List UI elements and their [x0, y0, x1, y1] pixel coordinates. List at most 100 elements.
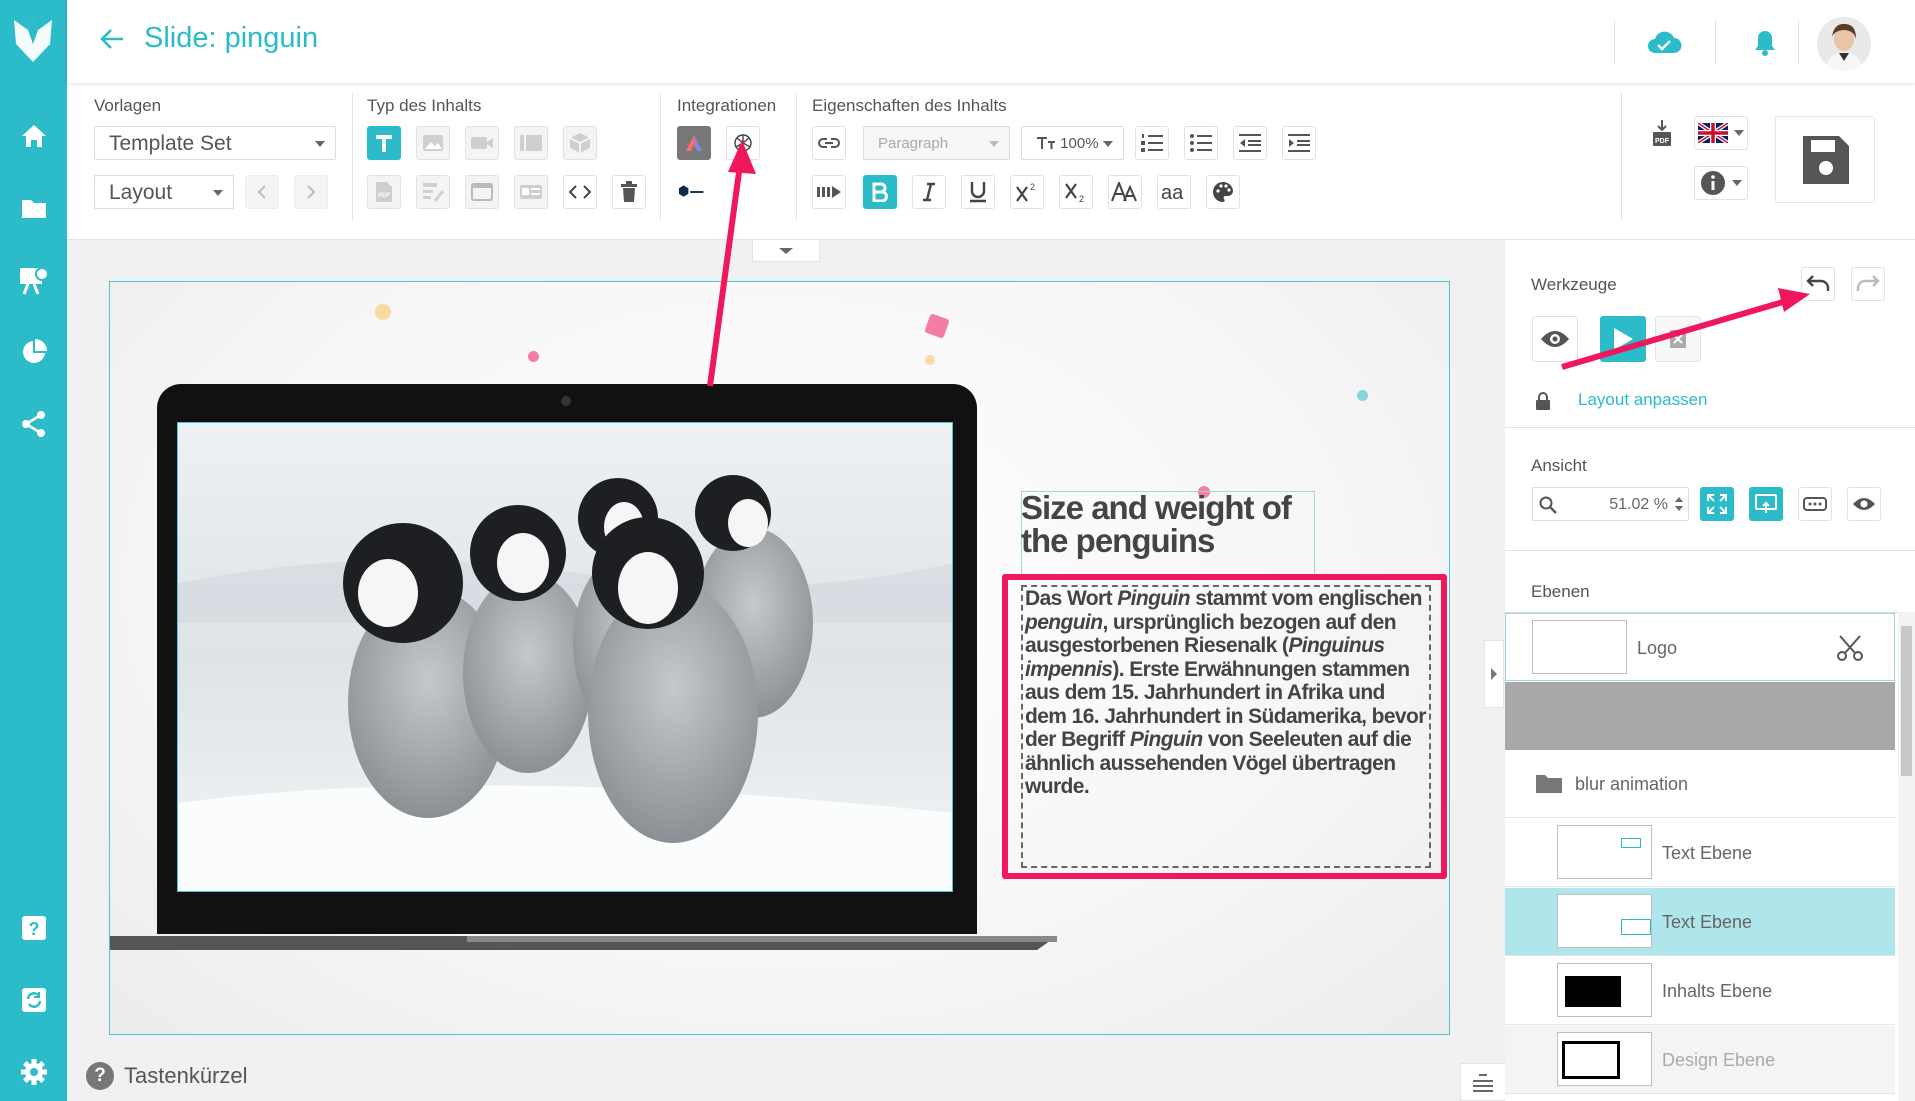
- stop-button[interactable]: [1655, 316, 1701, 362]
- card-type-button[interactable]: [514, 175, 548, 209]
- zoom-input[interactable]: 51.02 %: [1532, 487, 1689, 521]
- link-button[interactable]: [812, 126, 846, 160]
- prev-layout-button[interactable]: [245, 175, 279, 209]
- scissors-icon[interactable]: [1836, 634, 1864, 662]
- preview-button[interactable]: [1532, 316, 1578, 362]
- presentation-icon[interactable]: [0, 252, 67, 308]
- gallery-type-button[interactable]: [514, 126, 548, 160]
- folder-icon[interactable]: [0, 180, 67, 236]
- pie-chart-icon[interactable]: [0, 324, 67, 380]
- svg-text:aa: aa: [1161, 183, 1184, 201]
- layer-text-2-selected[interactable]: Text Ebene: [1505, 888, 1895, 956]
- text-animation-button[interactable]: [812, 175, 846, 209]
- app-logo-icon[interactable]: [10, 14, 56, 66]
- adobe-express-button[interactable]: [677, 126, 711, 160]
- ebenen-label: Ebenen: [1531, 582, 1590, 601]
- code-type-button[interactable]: [563, 175, 597, 209]
- laptop-mockup[interactable]: [110, 384, 1057, 950]
- bullet-list-button[interactable]: [1184, 126, 1218, 160]
- body-text-italic: penguin: [1025, 610, 1103, 634]
- undo-icon: [1806, 275, 1830, 291]
- device-touch-icon: [1755, 494, 1777, 513]
- back-arrow-icon[interactable]: [95, 22, 129, 56]
- layer-design[interactable]: Design Ebene: [1505, 1026, 1895, 1094]
- download-pdf-button[interactable]: PDF: [1645, 116, 1679, 150]
- body-text-segment: stammt vom englischen: [1190, 587, 1422, 610]
- layout-anpassen-link[interactable]: Layout anpassen: [1578, 390, 1708, 410]
- share-icon[interactable]: [0, 396, 67, 452]
- color-palette-button[interactable]: [1206, 175, 1240, 209]
- bold-button[interactable]: [863, 175, 897, 209]
- panel-collapse-toggle[interactable]: [1484, 640, 1504, 708]
- play-button[interactable]: [1600, 316, 1646, 362]
- slide-heading[interactable]: Size and weight of the penguins: [1021, 491, 1315, 557]
- toolbar-collapse-toggle[interactable]: [752, 240, 820, 262]
- redo-button[interactable]: [1851, 267, 1885, 301]
- ordered-list-icon: [1141, 134, 1163, 152]
- scrollbar-thumb[interactable]: [1901, 626, 1912, 776]
- form-type-button[interactable]: [416, 175, 450, 209]
- subscript-button[interactable]: 2: [1059, 175, 1093, 209]
- deepl-button[interactable]: [677, 175, 711, 209]
- template-set-select[interactable]: Template Set: [94, 126, 336, 160]
- layer-text-1[interactable]: Text Ebene: [1505, 819, 1895, 887]
- home-icon[interactable]: [0, 108, 67, 164]
- eye-icon: [1853, 498, 1875, 510]
- layout-select[interactable]: Layout: [94, 175, 234, 209]
- 3d-object-type-button[interactable]: [563, 126, 597, 160]
- font-size-select[interactable]: 100%: [1021, 126, 1124, 160]
- layer-logo[interactable]: Logo: [1505, 613, 1895, 681]
- openai-button[interactable]: [726, 126, 760, 160]
- slide-body-text[interactable]: Das Wort Pinguin stammt vom englischen p…: [1021, 585, 1431, 868]
- info-select[interactable]: [1694, 166, 1748, 200]
- sync-icon[interactable]: [0, 972, 67, 1028]
- svg-text:?: ?: [28, 919, 39, 939]
- slide-canvas[interactable]: Size and weight of the penguins Das Wort…: [109, 281, 1450, 1035]
- text-type-button[interactable]: [367, 126, 401, 160]
- uppercase-button[interactable]: [1108, 175, 1142, 209]
- indent-icon: [1288, 134, 1310, 152]
- cloud-saved-icon[interactable]: [1644, 22, 1684, 62]
- delete-button[interactable]: [612, 175, 646, 209]
- confetti-square: [924, 313, 950, 339]
- chevron-down-icon: [779, 247, 793, 254]
- language-select[interactable]: [1694, 116, 1748, 150]
- undo-button[interactable]: [1801, 267, 1835, 301]
- outdent-button[interactable]: [1233, 126, 1267, 160]
- body-text-italic: Pinguin: [1129, 728, 1203, 751]
- layer-group-blur-animation[interactable]: blur animation: [1505, 750, 1895, 818]
- video-type-button[interactable]: [465, 126, 499, 160]
- lowercase-button[interactable]: aa: [1157, 175, 1191, 209]
- pdf-type-button[interactable]: PDF: [367, 175, 401, 209]
- save-button[interactable]: [1775, 116, 1875, 203]
- svg-text:PDF: PDF: [378, 193, 390, 199]
- bottom-drawer-toggle[interactable]: [1460, 1063, 1506, 1101]
- underline-button[interactable]: [961, 175, 995, 209]
- adobe-express-icon: [686, 135, 702, 151]
- header-divider: [1798, 20, 1799, 64]
- italic-button[interactable]: [912, 175, 946, 209]
- penguin-image[interactable]: [177, 422, 953, 892]
- stepper-arrows-icon[interactable]: [1674, 494, 1684, 514]
- image-type-button[interactable]: [416, 126, 450, 160]
- indent-button[interactable]: [1282, 126, 1316, 160]
- window-type-button[interactable]: [465, 175, 499, 209]
- ordered-list-button[interactable]: [1135, 126, 1169, 160]
- layer-content[interactable]: Inhalts Ebene: [1505, 957, 1895, 1025]
- safe-area-button[interactable]: [1798, 487, 1832, 521]
- fit-screen-button[interactable]: [1700, 487, 1734, 521]
- keyboard-shortcuts-link[interactable]: ? Tastenkürzel: [86, 1062, 248, 1090]
- notification-bell-icon[interactable]: [1745, 22, 1785, 62]
- settings-gear-icon[interactable]: [0, 1044, 67, 1100]
- uppercase-aa-icon: [1111, 182, 1137, 202]
- template-set-value: Template Set: [109, 132, 232, 155]
- top-header: Slide: pinguin: [67, 0, 1915, 83]
- device-preview-button[interactable]: [1749, 487, 1783, 521]
- next-layout-button[interactable]: [294, 175, 328, 209]
- help-icon[interactable]: ?: [0, 900, 67, 956]
- paragraph-style-select[interactable]: Paragraph: [863, 126, 1010, 160]
- visibility-toggle-button[interactable]: [1847, 487, 1881, 521]
- layers-scrollbar[interactable]: [1898, 612, 1915, 1101]
- user-avatar[interactable]: [1817, 17, 1871, 71]
- superscript-button[interactable]: 2: [1010, 175, 1044, 209]
